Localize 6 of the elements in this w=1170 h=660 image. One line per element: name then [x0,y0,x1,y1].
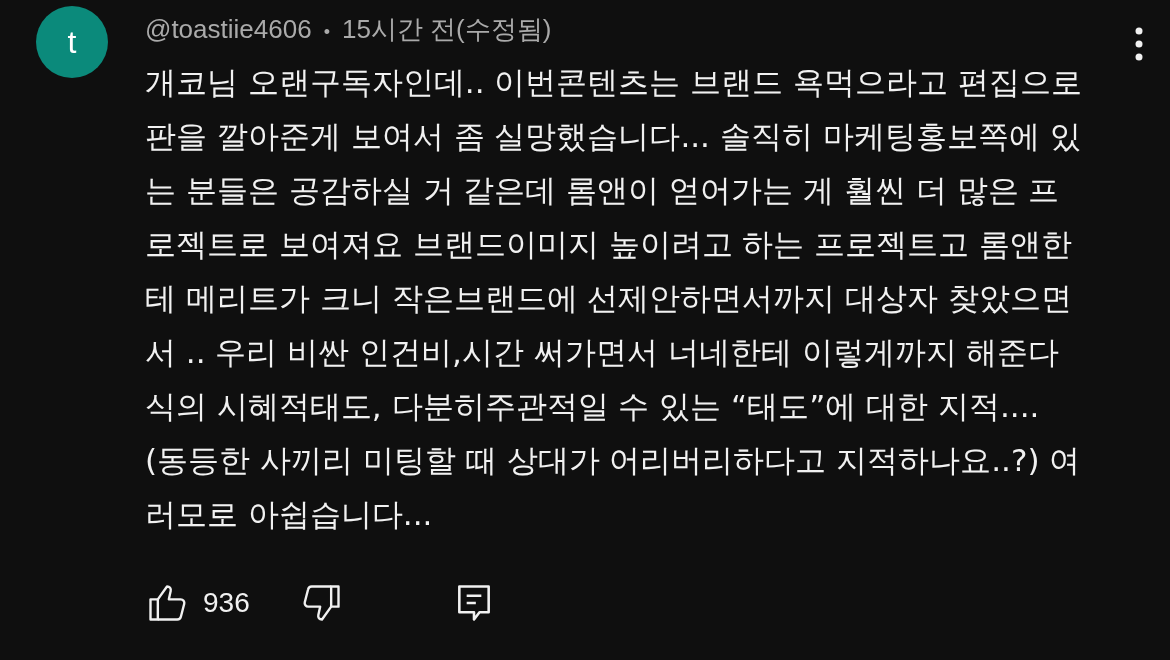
comment-text: 개코님 오랜구독자인데.. 이번콘텐츠는 브랜드 욕먹으라고 편집으로 판을 깔아준게 보여서 좀 실망했습니다... 솔직히 마케팅홍보쪽에 있는 분들은 공감하실 거 같은데 롬앤이 얻어가는 게 훨씬 더 많은 프로젝트로 보여져요 브랜드이미지 높이려고 하는 프로젝트고 롬앤한테 메리트가 크니 작은브랜드에 선제안하면서까지 대상자 찾았으면서 .. 우리 비싼 인건비,시간 써가면서 너네한테 이렇게까지 해준다 식의 시혜적태도, 다분히주관적일 수 있는 “태도”에 대한 지적.... (동등한 사끼리 미팅할 때 상대가 어리버리하다고 지적하나요..?) 여러모로 아쉽습니다... [145,63,1083,534]
author-name[interactable]: @toastiie4606 [145,14,312,45]
separator-dot: • [323,22,330,43]
avatar[interactable]: t [36,6,108,78]
like-count: 936 [203,587,250,619]
comment-time[interactable]: 15시간 전(수정됨) [341,12,552,47]
